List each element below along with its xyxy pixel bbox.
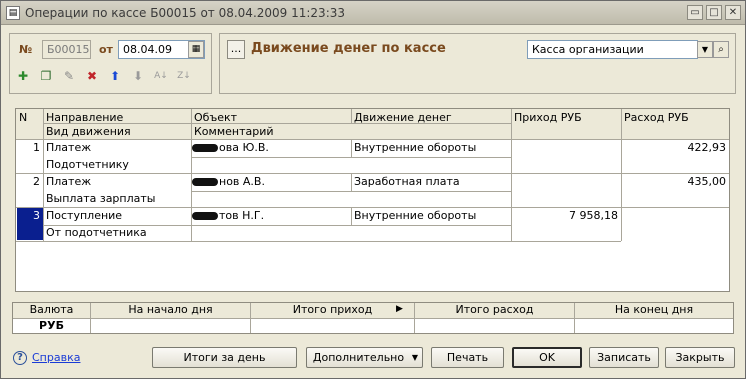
totals-currency-value: РУБ — [39, 319, 64, 332]
row-3-movement-type[interactable]: От подотчетника — [43, 225, 191, 240]
row-1-direction[interactable]: Платеж — [43, 140, 191, 155]
totals-start-header: На начало дня — [91, 303, 250, 318]
redaction-mark — [192, 144, 218, 152]
operation-title: Движение денег по кассе — [251, 41, 446, 56]
ok-button[interactable]: OK — [512, 347, 582, 368]
row-3-n[interactable]: 3 — [16, 208, 43, 223]
save-button[interactable]: Записать — [589, 347, 659, 368]
row-2-money-movement[interactable]: Заработная плата — [351, 174, 511, 189]
row-3-income[interactable]: 7 958,18 — [511, 208, 621, 223]
close-window-button[interactable]: ✕ — [725, 5, 741, 20]
row-3-direction[interactable]: Поступление — [43, 208, 191, 223]
print-button[interactable]: Печать — [431, 347, 504, 368]
grid-line — [250, 303, 251, 333]
totals-income-header: Итого приход — [251, 303, 414, 318]
more-button[interactable]: Дополнительно ▼ — [306, 347, 423, 368]
row-1-object[interactable]: ова Ю.В. — [216, 140, 351, 155]
redaction-mark — [192, 178, 218, 186]
grid-line — [16, 139, 729, 140]
grid-line — [351, 109, 352, 123]
day-totals-button[interactable]: Итоги за день — [152, 347, 297, 368]
grid-line — [16, 207, 729, 208]
grid-line — [621, 109, 622, 241]
play-icon[interactable]: ▶ — [396, 304, 403, 314]
grid-line — [351, 174, 352, 191]
row-2-income[interactable] — [511, 174, 621, 176]
edit-row-icon[interactable]: ✎ — [61, 68, 77, 84]
totals-table: Валюта На начало дня Итого приход ▶ Итог… — [12, 302, 734, 334]
row-3-object[interactable]: тов Н.Г. — [216, 208, 351, 223]
row-2-direction[interactable]: Платеж — [43, 174, 191, 189]
row-1-movement-type[interactable]: Подотчетнику — [43, 157, 191, 172]
grid-line — [351, 140, 352, 157]
row-2-expense[interactable]: 435,00 — [621, 174, 729, 189]
sort-desc-icon[interactable]: Z↓ — [176, 68, 192, 84]
row-2-object[interactable]: нов А.В. — [216, 174, 351, 189]
grid-line — [16, 173, 729, 174]
app-icon: ▤ — [6, 6, 20, 20]
row-2-n[interactable]: 2 — [16, 174, 43, 189]
row-3-expense[interactable] — [621, 208, 729, 210]
row-2-movement-type[interactable]: Выплата зарплаты — [43, 191, 191, 206]
minimize-button[interactable]: ▭ — [687, 5, 703, 20]
row-1-expense[interactable]: 422,93 — [621, 140, 729, 155]
totals-end-header: На конец дня — [575, 303, 733, 318]
close-button[interactable]: Закрыть — [665, 347, 735, 368]
number-label: № — [19, 43, 33, 56]
select-operation-button[interactable]: ... — [227, 40, 245, 59]
search-icon[interactable]: ⌕ — [713, 41, 729, 58]
date-label: от — [99, 43, 113, 56]
row-1-money-movement[interactable]: Внутренние обороты — [351, 140, 511, 155]
grid-line — [191, 191, 511, 192]
operations-table[interactable]: N Направление Вид движения Объект Коммен… — [15, 108, 730, 292]
grid-line — [90, 303, 91, 333]
grid-line — [511, 109, 512, 241]
move-down-icon[interactable]: ⬇ — [130, 68, 146, 84]
grid-line — [43, 123, 511, 124]
help-icon[interactable]: ? — [13, 351, 27, 365]
grid-line — [351, 208, 352, 225]
grid-line — [13, 318, 733, 319]
grid-line — [414, 303, 415, 333]
row-1-income[interactable] — [511, 140, 621, 142]
cashbox-select[interactable]: Касса организации — [527, 40, 698, 59]
header-income[interactable]: Приход РУБ — [511, 110, 621, 125]
grid-line — [43, 109, 44, 241]
header-expense[interactable]: Расход РУБ — [621, 110, 729, 125]
calendar-icon[interactable]: ▦ — [188, 41, 204, 58]
more-button-label: Дополнительно — [312, 351, 405, 364]
add-row-icon[interactable]: ✚ — [15, 68, 31, 84]
header-n: N — [19, 111, 28, 124]
delete-row-icon[interactable]: ✖ — [84, 68, 100, 84]
header-comment[interactable]: Комментарий — [191, 124, 351, 139]
window: ▤ Операции по кассе Б00015 от 08.04.2009… — [0, 0, 746, 379]
grid-line — [191, 109, 192, 241]
totals-currency-header: Валюта — [13, 303, 90, 318]
grid-line — [191, 157, 511, 158]
number-field[interactable]: Б00015 — [42, 40, 91, 59]
chevron-down-icon[interactable]: ▼ — [697, 41, 713, 58]
title-bar: ▤ Операции по кассе Б00015 от 08.04.2009… — [1, 1, 745, 25]
grid-line — [16, 241, 621, 242]
help-link[interactable]: Справка — [32, 351, 80, 364]
maximize-button[interactable]: □ — [706, 5, 722, 20]
move-up-icon[interactable]: ⬆ — [107, 68, 123, 84]
row-3-money-movement[interactable]: Внутренние обороты — [351, 208, 511, 223]
totals-expense-header: Итого расход — [415, 303, 574, 318]
window-title: Операции по кассе Б00015 от 08.04.2009 1… — [25, 6, 346, 20]
header-movement-type[interactable]: Вид движения — [43, 124, 191, 139]
chevron-down-icon: ▼ — [411, 353, 418, 362]
grid-line — [574, 303, 575, 333]
copy-row-icon[interactable]: ❐ — [38, 68, 54, 84]
sort-asc-icon[interactable]: A↓ — [153, 68, 169, 84]
row-1-n[interactable]: 1 — [16, 140, 43, 155]
redaction-mark — [192, 212, 218, 220]
grid-line — [43, 225, 511, 226]
